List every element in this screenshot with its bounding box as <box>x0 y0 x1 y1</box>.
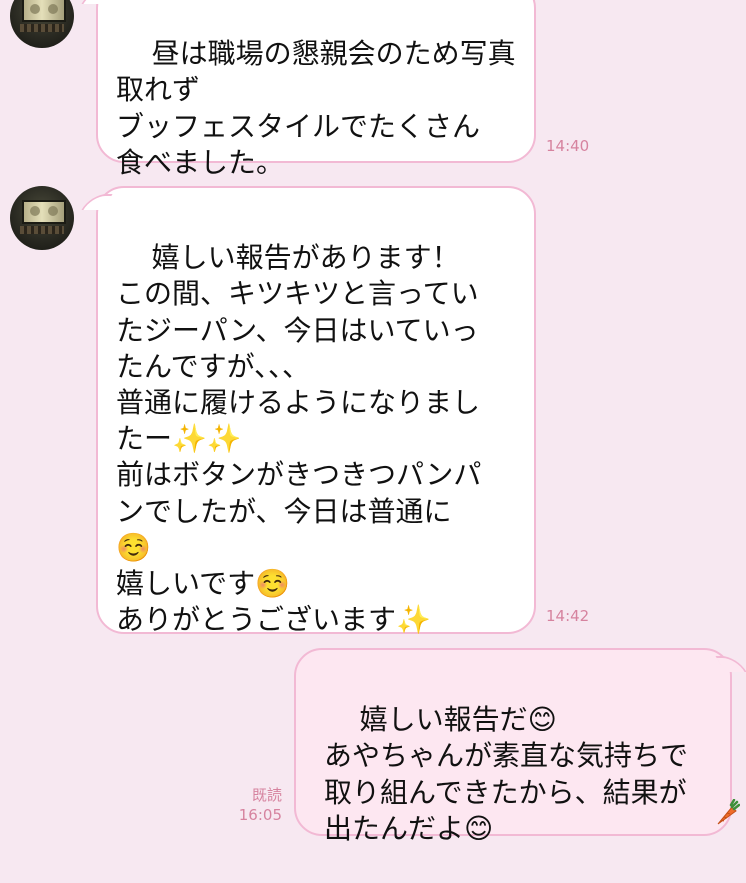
timestamp-2: 14:42 <box>546 607 590 625</box>
message-text-2: 嬉しい報告があります！ この間、キツキツと言ってい たジーパン、今日はいていっ … <box>116 241 482 637</box>
carrot-icon <box>717 799 740 825</box>
timestamp-1: 14:40 <box>546 137 590 155</box>
message-text-1: 昼は職場の懇親会のため写真 取れず ブッフェスタイルでたくさん 食べました。 <box>116 37 516 179</box>
message-bubble-3[interactable]: 嬉しい報告だ😊 あやちゃんが素直な気持ちで 取り組んできたから、結果が 出たんだ… <box>294 648 732 845</box>
read-receipt: 既読 16:05 <box>224 785 282 825</box>
message-bubble-1[interactable]: 昼は職場の懇親会のため写真 取れず ブッフェスタイルでたくさん 食べました。 <box>96 0 536 179</box>
timestamp-3: 16:05 <box>238 806 282 824</box>
message-text-3: 嬉しい報告だ😊 あやちゃんが素直な気持ちで 取り組んできたから、結果が 出たんだ… <box>324 703 689 845</box>
avatar[interactable] <box>10 186 74 250</box>
read-label: 既読 <box>251 786 282 804</box>
message-bubble-2[interactable]: 嬉しい報告があります！ この間、キツキツと言ってい たジーパン、今日はいていっ … <box>96 186 536 637</box>
avatar[interactable] <box>10 0 74 48</box>
